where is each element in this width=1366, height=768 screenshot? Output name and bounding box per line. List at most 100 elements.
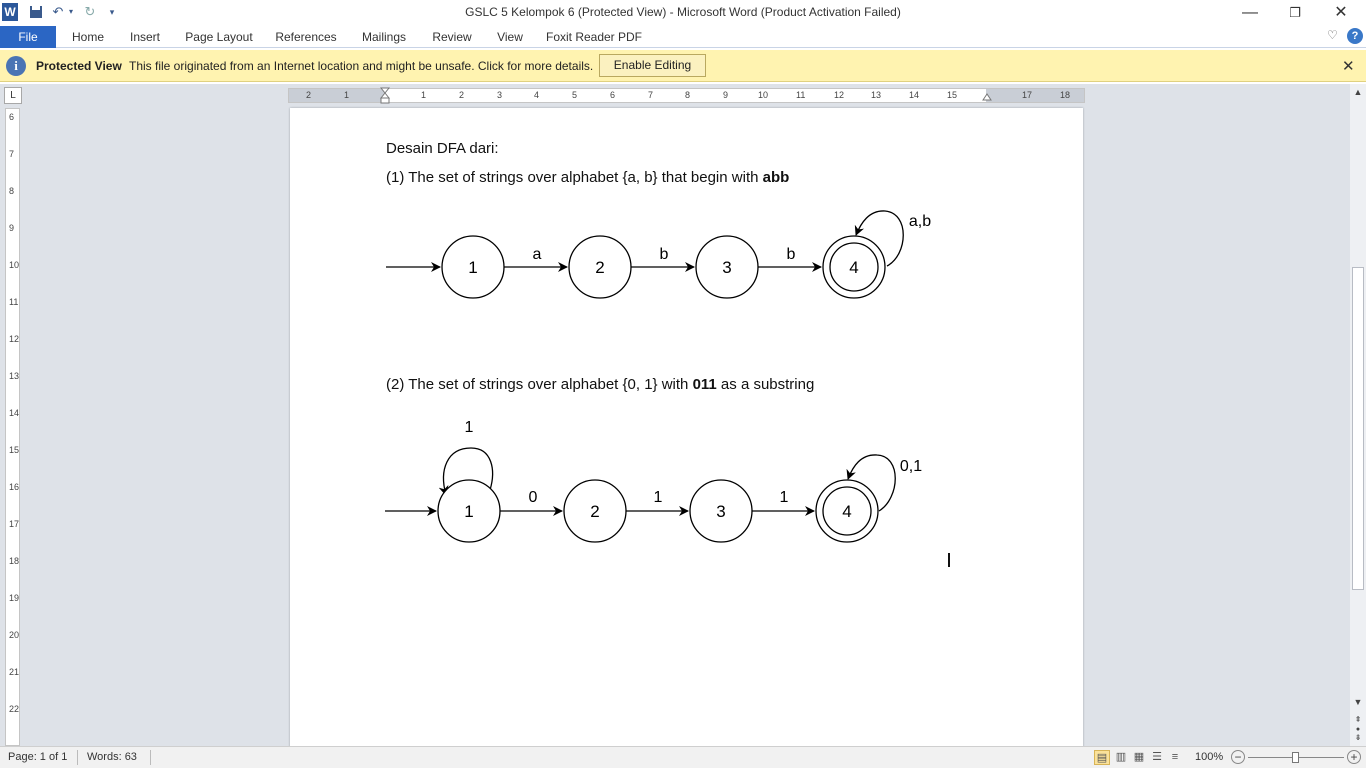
scrollbar-thumb[interactable] [1352,267,1364,590]
ruler-number: 5 [572,90,578,100]
transition-label: 0 [529,489,538,506]
ruler-number: 17 [9,519,20,529]
horizontal-ruler[interactable]: 2 1 1 2 3 4 5 6 7 8 9 10 11 12 13 14 15 … [288,87,1085,105]
zoom-in-button[interactable]: + [1347,750,1361,764]
doc-question-2: (2) The set of strings over alphabet {0,… [386,376,814,393]
next-page-icon[interactable]: ⇟ [1350,730,1366,746]
tab-review[interactable]: Review [426,26,478,48]
ruler-number: 10 [758,90,769,100]
state-label: 3 [716,502,725,521]
tab-page-layout[interactable]: Page Layout [180,26,258,48]
ruler-number: 18 [1060,90,1071,100]
question-2-suffix: as a substring [716,376,815,393]
ruler-number: 20 [9,630,20,640]
enable-editing-button[interactable]: Enable Editing [599,54,706,77]
draft-icon[interactable]: ≡ [1167,750,1183,765]
ruler-number: 8 [685,90,691,100]
ruler-number: 7 [9,149,15,159]
dfa-diagram-2: 1 1 0 2 1 3 1 4 0,1 [385,419,922,543]
text-cursor [948,553,950,567]
scroll-up-icon[interactable]: ▲ [1350,84,1366,100]
ruler-number: 10 [9,260,20,270]
outline-icon[interactable]: ☰ [1149,750,1165,765]
ruler-number: 8 [9,186,15,196]
scroll-down-icon[interactable]: ▼ [1350,694,1366,710]
ruler-number: 6 [9,112,15,122]
right-indent-marker-icon[interactable] [982,92,992,104]
question-1-text: (1) The set of strings over alphabet {a,… [386,169,763,186]
ruler-number: 14 [909,90,920,100]
transition-label: b [660,246,669,263]
protected-view-bar[interactable]: i Protected View This file originated fr… [0,50,1366,82]
web-layout-icon[interactable]: ▦ [1131,750,1147,765]
question-1-bold: abb [762,169,790,186]
tab-view[interactable]: View [490,26,530,48]
close-bar-icon[interactable]: ✕ [1342,57,1355,75]
ruler-number: 19 [9,593,20,603]
ruler-number: 13 [871,90,882,100]
ruler-number: 9 [723,90,729,100]
doc-question-1: (1) The set of strings over alphabet {a,… [386,169,789,186]
state-label: 1 [468,258,477,277]
ruler-number: 6 [610,90,616,100]
vertical-ruler[interactable]: 6 7 8 9 10 11 12 13 14 15 16 17 18 19 20… [5,108,20,746]
status-divider [150,750,151,765]
ruler-number: 1 [344,90,350,100]
status-bar: Page: 1 of 1 Words: 63 ▤ ▥ ▦ ☰ ≡ 100% − … [0,746,1366,768]
restore-button[interactable]: ❐ [1272,0,1318,26]
info-icon: i [6,56,26,76]
vertical-scrollbar[interactable]: ▲ ▼ ⇞ ● ⇟ [1350,84,1366,746]
tab-file[interactable]: File [0,26,56,48]
tab-selector[interactable]: L [4,87,22,104]
ruler-number: 21 [9,667,20,677]
ruler-number: 3 [497,90,503,100]
tab-references[interactable]: References [270,26,342,48]
self-loop-label: a,b [909,213,931,230]
state-label: 1 [464,502,473,521]
self-loop-label: 0,1 [900,458,922,475]
ruler-number: 11 [796,90,806,100]
zoom-slider-thumb[interactable] [1292,752,1299,763]
tab-insert[interactable]: Insert [124,26,166,48]
zoom-level[interactable]: 100% [1195,751,1223,763]
state-label: 2 [590,502,599,521]
ruler-number: 11 [9,297,19,307]
tab-foxit-reader-pdf[interactable]: Foxit Reader PDF [544,26,644,48]
tab-mailings[interactable]: Mailings [354,26,414,48]
dfa-diagram-1: 1 a 2 b 3 b 4 a,b [386,210,931,299]
ruler-number: 9 [9,223,15,233]
ruler-number: 15 [9,445,20,455]
ruler-number: 14 [9,408,20,418]
word-window: W ↶ ▾ ↻ ▾ GSLC 5 Kelompok 6 (Protected V… [0,0,1366,768]
window-title: GSLC 5 Kelompok 6 (Protected View) - Mic… [465,5,901,19]
print-layout-icon[interactable]: ▤ [1094,750,1110,765]
minimize-button[interactable]: — [1227,0,1273,26]
ruler-number: 2 [306,90,312,100]
word-count[interactable]: Words: 63 [87,751,137,763]
zoom-out-button[interactable]: − [1231,750,1245,764]
ruler-number: 7 [648,90,654,100]
ruler-number: 13 [9,371,20,381]
doc-heading: Desain DFA dari: [386,140,499,157]
transition-label: 1 [780,489,789,506]
ruler-number: 18 [9,556,20,566]
transition-label: b [787,246,796,263]
help-icon[interactable]: ? [1347,28,1363,44]
ruler-number: 12 [9,334,20,344]
ruler-number: 1 [421,90,427,100]
tab-home[interactable]: Home [66,26,110,48]
state-label: 4 [842,502,851,521]
indent-marker-icon[interactable] [380,87,390,105]
title-bar: W ↶ ▾ ↻ ▾ GSLC 5 Kelompok 6 (Protected V… [0,0,1366,26]
full-screen-reading-icon[interactable]: ▥ [1113,750,1129,765]
protected-view-message[interactable]: This file originated from an Internet lo… [129,59,593,73]
ribbon-collapse-icon[interactable]: ♡ [1327,28,1338,42]
ruler-number: 15 [947,90,958,100]
status-divider [77,750,78,765]
ruler-number: 22 [9,704,20,714]
ruler-number: 4 [534,90,540,100]
page-count[interactable]: Page: 1 of 1 [8,751,67,763]
close-button[interactable]: ✕ [1318,0,1364,26]
transition-label: 1 [654,489,663,506]
document-page[interactable]: Desain DFA dari: (1) The set of strings … [290,108,1083,748]
